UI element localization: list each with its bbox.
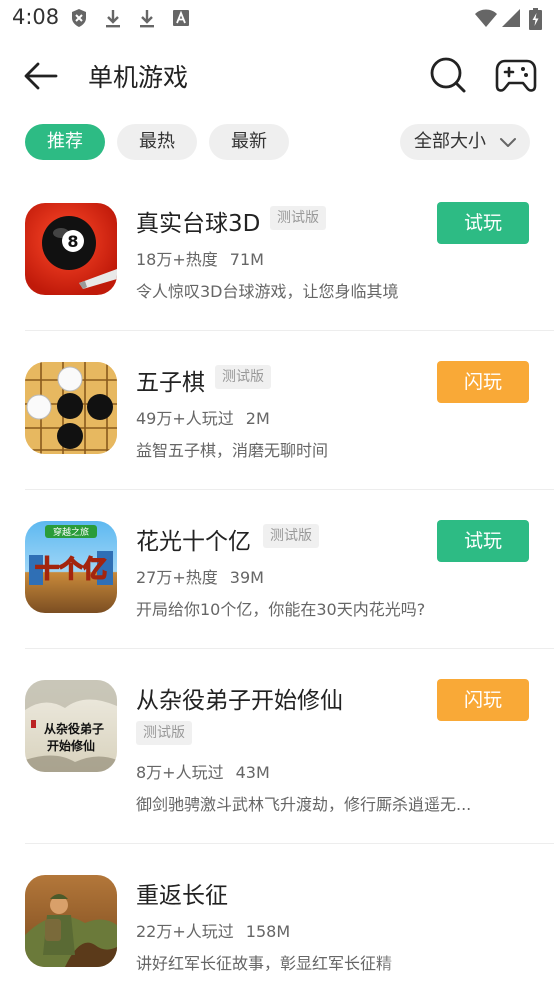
game-title: 花光十个亿 (136, 529, 251, 555)
game-size: 2M (245, 409, 270, 428)
icon-badge-text: 穿越之旅 (53, 526, 89, 538)
game-size: 71M (229, 250, 264, 269)
flash-play-button[interactable]: 闪玩 (437, 361, 529, 403)
status-time: 4:08 (12, 5, 60, 29)
game-meta: 8万+人玩过 43M (136, 759, 270, 783)
try-play-button[interactable]: 试玩 (437, 202, 529, 244)
svg-text:8: 8 (67, 232, 78, 251)
game-title: 真实台球3D (136, 211, 261, 237)
game-description: 开局给你10个亿，你能在30天内花光吗? (136, 600, 426, 619)
divider (25, 843, 554, 844)
game-size: 158M (245, 922, 291, 941)
icon-title-text-2: 开始修仙 (47, 738, 95, 753)
search-icon (430, 57, 466, 93)
game-stat: 8万+人玩过 (136, 763, 224, 782)
game-meta: 27万+热度 39M (136, 564, 264, 588)
divider (25, 330, 554, 331)
app-icon-long-march (25, 875, 117, 967)
status-bar: 4:08 (0, 0, 554, 36)
divider (25, 648, 554, 649)
game-title: 从杂役弟子开始修仙 (136, 688, 343, 714)
a-notification-icon (173, 10, 189, 26)
back-button[interactable] (20, 56, 62, 96)
size-filter-label: 全部大小 (414, 131, 486, 152)
try-play-button[interactable]: 试玩 (437, 520, 529, 562)
game-meta: 18万+热度 71M (136, 246, 264, 270)
search-button[interactable] (428, 54, 468, 96)
game-stat: 22万+人玩过 (136, 922, 234, 941)
filter-bar: 推荐 最热 最新 全部大小 (0, 124, 554, 160)
size-filter-select[interactable]: 全部大小 (400, 124, 530, 160)
app-icon-billiards: 8 (25, 203, 117, 295)
page-title: 单机游戏 (88, 63, 189, 92)
game-stat: 18万+热度 (136, 250, 218, 269)
app-icon-gomoku (25, 362, 117, 454)
game-description: 令人惊叹3D台球游戏，让您身临其境 (136, 282, 399, 301)
icon-title-text-1: 从杂役弟子 (44, 721, 104, 736)
app-icon-cultivation: 从杂役弟子 开始修仙 (25, 680, 117, 772)
chip-hottest[interactable]: 最热 (117, 124, 197, 160)
beta-tag: 测试版 (263, 524, 319, 548)
wifi-icon (475, 9, 497, 27)
beta-tag: 测试版 (136, 721, 192, 745)
game-title: 重返长征 (136, 883, 228, 909)
download-icon (140, 10, 154, 28)
signal-icon (502, 9, 520, 27)
icon-title-text: 十个亿 (35, 555, 107, 583)
divider (25, 489, 554, 490)
game-size: 39M (229, 568, 264, 587)
game-title: 五子棋 (136, 370, 205, 396)
gamepad-button[interactable] (495, 54, 537, 96)
game-description: 讲好红军长征故事，彰显红军长征精 (136, 954, 393, 973)
shield-icon (72, 9, 86, 27)
beta-tag: 测试版 (215, 365, 271, 389)
flash-play-button[interactable]: 闪玩 (437, 679, 529, 721)
chip-recommended[interactable]: 推荐 (25, 124, 105, 160)
beta-tag: 测试版 (270, 206, 326, 230)
game-stat: 27万+热度 (136, 568, 218, 587)
download-icon (106, 10, 120, 28)
gamepad-icon (495, 59, 537, 92)
top-bar: 单机游戏 (0, 48, 554, 104)
app-icon-billion: 穿越之旅 十个亿 (25, 521, 117, 613)
chevron-down-icon (500, 138, 516, 147)
chip-newest[interactable]: 最新 (209, 124, 289, 160)
game-description: 益智五子棋，消磨无聊时间 (136, 441, 329, 460)
game-meta: 22万+人玩过 158M (136, 918, 290, 942)
arrow-left-icon (24, 62, 58, 90)
game-meta: 49万+人玩过 2M (136, 405, 270, 429)
game-stat: 49万+人玩过 (136, 409, 234, 428)
game-description: 御剑驰骋激斗武林飞升渡劫，修行厮杀逍遥无... (136, 795, 472, 814)
game-size: 43M (235, 763, 270, 782)
battery-charging-icon (529, 8, 542, 30)
